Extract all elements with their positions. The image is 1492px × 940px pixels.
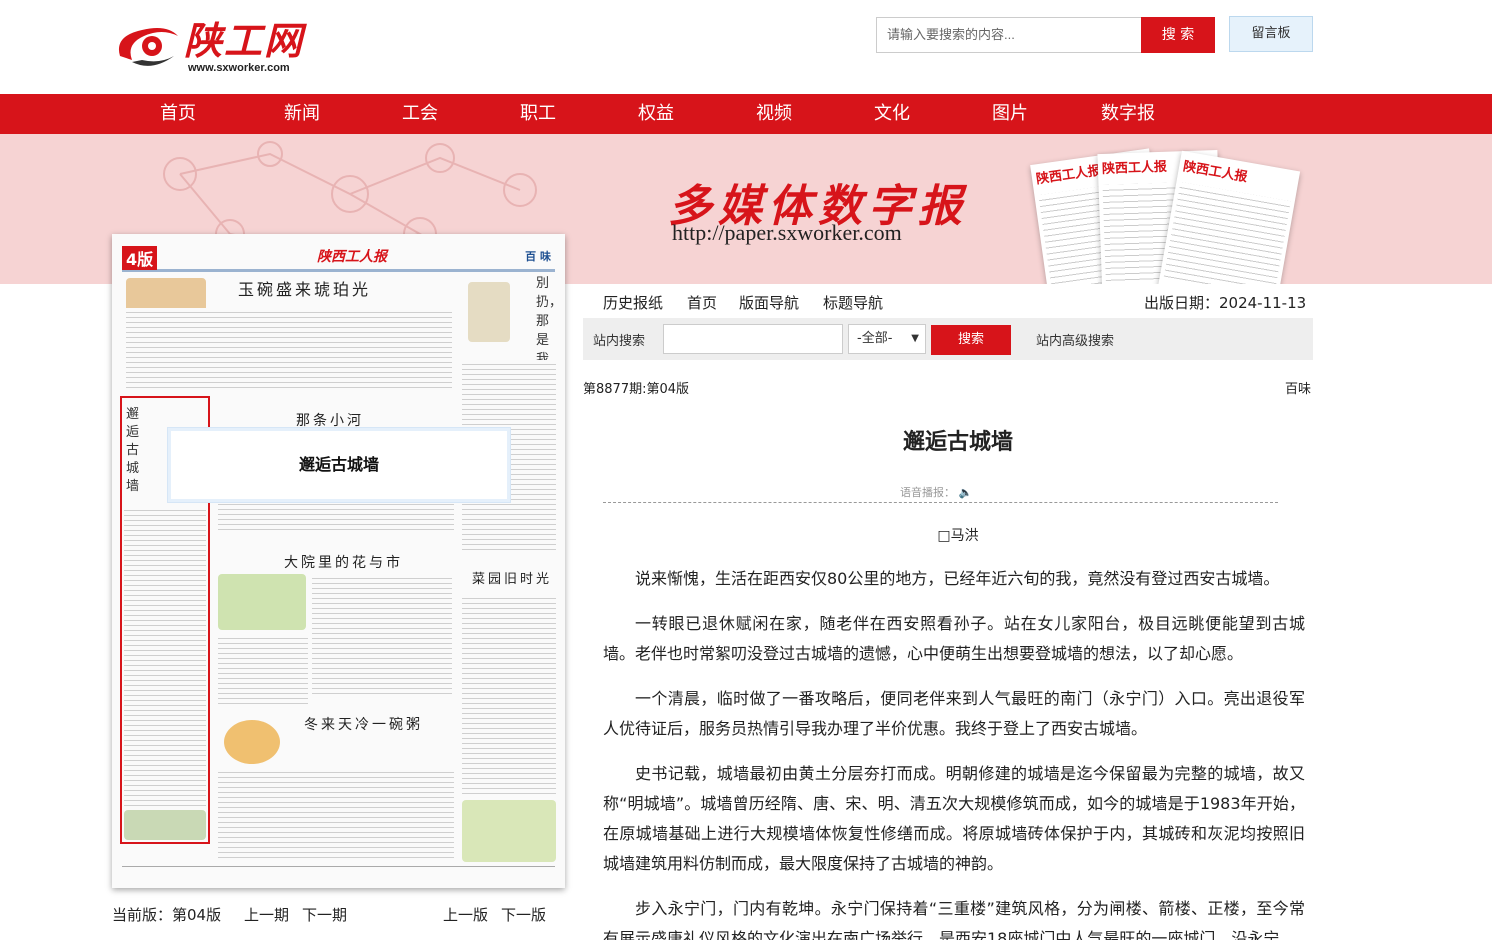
preview-headline[interactable]: 玉碗盛来琥珀光 [238, 276, 371, 300]
article-hover-tooltip: 邂逅古城墙 [168, 428, 510, 502]
tab-home[interactable]: 首页 [687, 292, 717, 313]
preview-section: 百 味 [525, 250, 551, 263]
banner-url[interactable]: http://paper.sxworker.com [672, 220, 902, 246]
tree-illustration-icon [218, 574, 306, 630]
divider [603, 502, 1278, 503]
advanced-search-link[interactable]: 站内高级搜索 [1036, 330, 1114, 349]
preview-footer [122, 866, 555, 878]
chevron-down-icon: ▼ [911, 333, 919, 344]
nav-item-pictures[interactable]: 图片 [970, 94, 1050, 134]
nav-item-rights[interactable]: 权益 [616, 94, 696, 134]
article-paragraph: 一个清晨，临时做了一番攻略后，便同老伴来到人气最旺的南门（永宁门）入口。亮出退役… [603, 689, 1305, 738]
preview-page-number: 4版 [122, 246, 158, 270]
article-author: □马洪 [937, 528, 979, 544]
current-page-label: 当前版：第04版 [112, 906, 222, 924]
scope-select-value: -全部- [857, 331, 893, 346]
main-nav: 首页 新闻 工会 职工 权益 视频 文化 图片 数字报 [0, 94, 1492, 134]
preview-page-header: 4版 陕西工人报 百 味 [122, 244, 555, 272]
logo-text: 陕工网 [184, 18, 305, 63]
logo-url: www.sxworker.com [188, 62, 290, 74]
issue-label: 第8877期:第04版 [583, 382, 690, 397]
preview-vertical-headline[interactable]: 邂逅古城墙 [126, 406, 140, 496]
tab-history[interactable]: 历史报纸 [603, 292, 663, 313]
preview-text-block [218, 634, 308, 704]
logo-swirl-icon [118, 28, 178, 66]
garden-illustration-icon [462, 800, 556, 862]
site-search-button[interactable]: 搜索 [931, 325, 1011, 355]
nav-item-digital-paper[interactable]: 数字报 [1088, 94, 1168, 134]
preview-text-block [312, 574, 452, 694]
nav-item-home[interactable]: 首页 [138, 94, 218, 134]
nav-item-union[interactable]: 工会 [380, 94, 460, 134]
nav-item-workers[interactable]: 职工 [498, 94, 578, 134]
preview-text-block [126, 308, 452, 388]
search-input[interactable]: 请输入要搜索的内容... [876, 17, 1141, 53]
nav-item-news[interactable]: 新闻 [262, 94, 342, 134]
voice-broadcast[interactable]: 语音播报： 🔈 [900, 484, 972, 500]
scope-select[interactable]: -全部- ▼ [848, 324, 926, 354]
preview-headline[interactable]: 那条小河 [296, 410, 364, 430]
preview-text-block [218, 768, 454, 858]
prev-page-link[interactable]: 上一版 [443, 904, 488, 925]
preview-masthead: 陕西工人报 [317, 249, 387, 265]
preview-text-block [124, 506, 206, 806]
prev-issue-link[interactable]: 上一期 [244, 904, 289, 925]
article-paragraph: 步入永宁门，门内有乾坤。永宁门保持着“三重楼”建筑风格，分为闸楼、箭楼、正楼，至… [603, 899, 1305, 940]
search-button[interactable]: 搜 索 [1141, 17, 1215, 53]
preview-text-block [462, 594, 556, 794]
paper-thumbnail: 陕西工人报 [1155, 150, 1301, 284]
article-paragraph: 史书记载，城墙最初由黄土分层夯打而成。明朝修建的城墙是迄今保留最为完整的城墙，故… [603, 764, 1305, 873]
column-label: 百味 [1285, 382, 1312, 397]
article-paragraph: 一转眼已退休赋闲在家，随老伴在西安照看孙子。站在女儿家阳台，极目远眺便能望到古城… [603, 614, 1305, 663]
city-wall-illustration-icon [124, 810, 206, 840]
preview-headline[interactable]: 大院里的花与市 [284, 552, 403, 572]
speaker-icon[interactable]: 🔈 [959, 486, 973, 499]
site-logo[interactable]: 陕工网 www.sxworker.com [112, 8, 312, 80]
publication-date: 出版日期：2024-11-13 [1144, 294, 1307, 312]
tab-page-nav[interactable]: 版面导航 [739, 292, 799, 313]
next-issue-link[interactable]: 下一期 [302, 904, 347, 925]
site-search-label: 站内搜索 [593, 334, 646, 349]
message-board-button[interactable]: 留言板 [1229, 16, 1313, 52]
tab-title-nav[interactable]: 标题导航 [823, 292, 883, 313]
site-search-input[interactable] [663, 324, 843, 354]
site-header: 陕工网 www.sxworker.com 请输入要搜索的内容... 搜 索 留言… [0, 0, 1492, 94]
page-navigation: 当前版：第04版 上一期 下一期 上一版 下一版 [112, 904, 565, 928]
article-paragraph: 说来惭愧，生活在距西安仅80公里的地方，已经年近六旬的我，竟然没有登过西安古城墙… [635, 569, 1280, 588]
next-page-link[interactable]: 下一版 [501, 904, 546, 925]
voice-label: 语音播报： [900, 486, 955, 499]
article-title: 邂逅古城墙 [902, 430, 1013, 455]
newspaper-page-preview[interactable]: 4版 陕西工人报 百 味 玉碗盛来琥珀光 別扔，那是我的书签！ 那条小河 邂逅古… [112, 234, 565, 888]
nav-item-culture[interactable]: 文化 [852, 94, 932, 134]
site-search-bar: 站内搜索 -全部- ▼ 搜索 站内高级搜索 [583, 318, 1313, 360]
preview-headline[interactable]: 冬来天冷一碗粥 [304, 714, 423, 734]
nav-item-video[interactable]: 视频 [734, 94, 814, 134]
bookmark-illustration-icon [468, 282, 510, 342]
porridge-illustration-icon [224, 720, 280, 764]
preview-headline[interactable]: 菜园旧时光 [472, 568, 552, 587]
